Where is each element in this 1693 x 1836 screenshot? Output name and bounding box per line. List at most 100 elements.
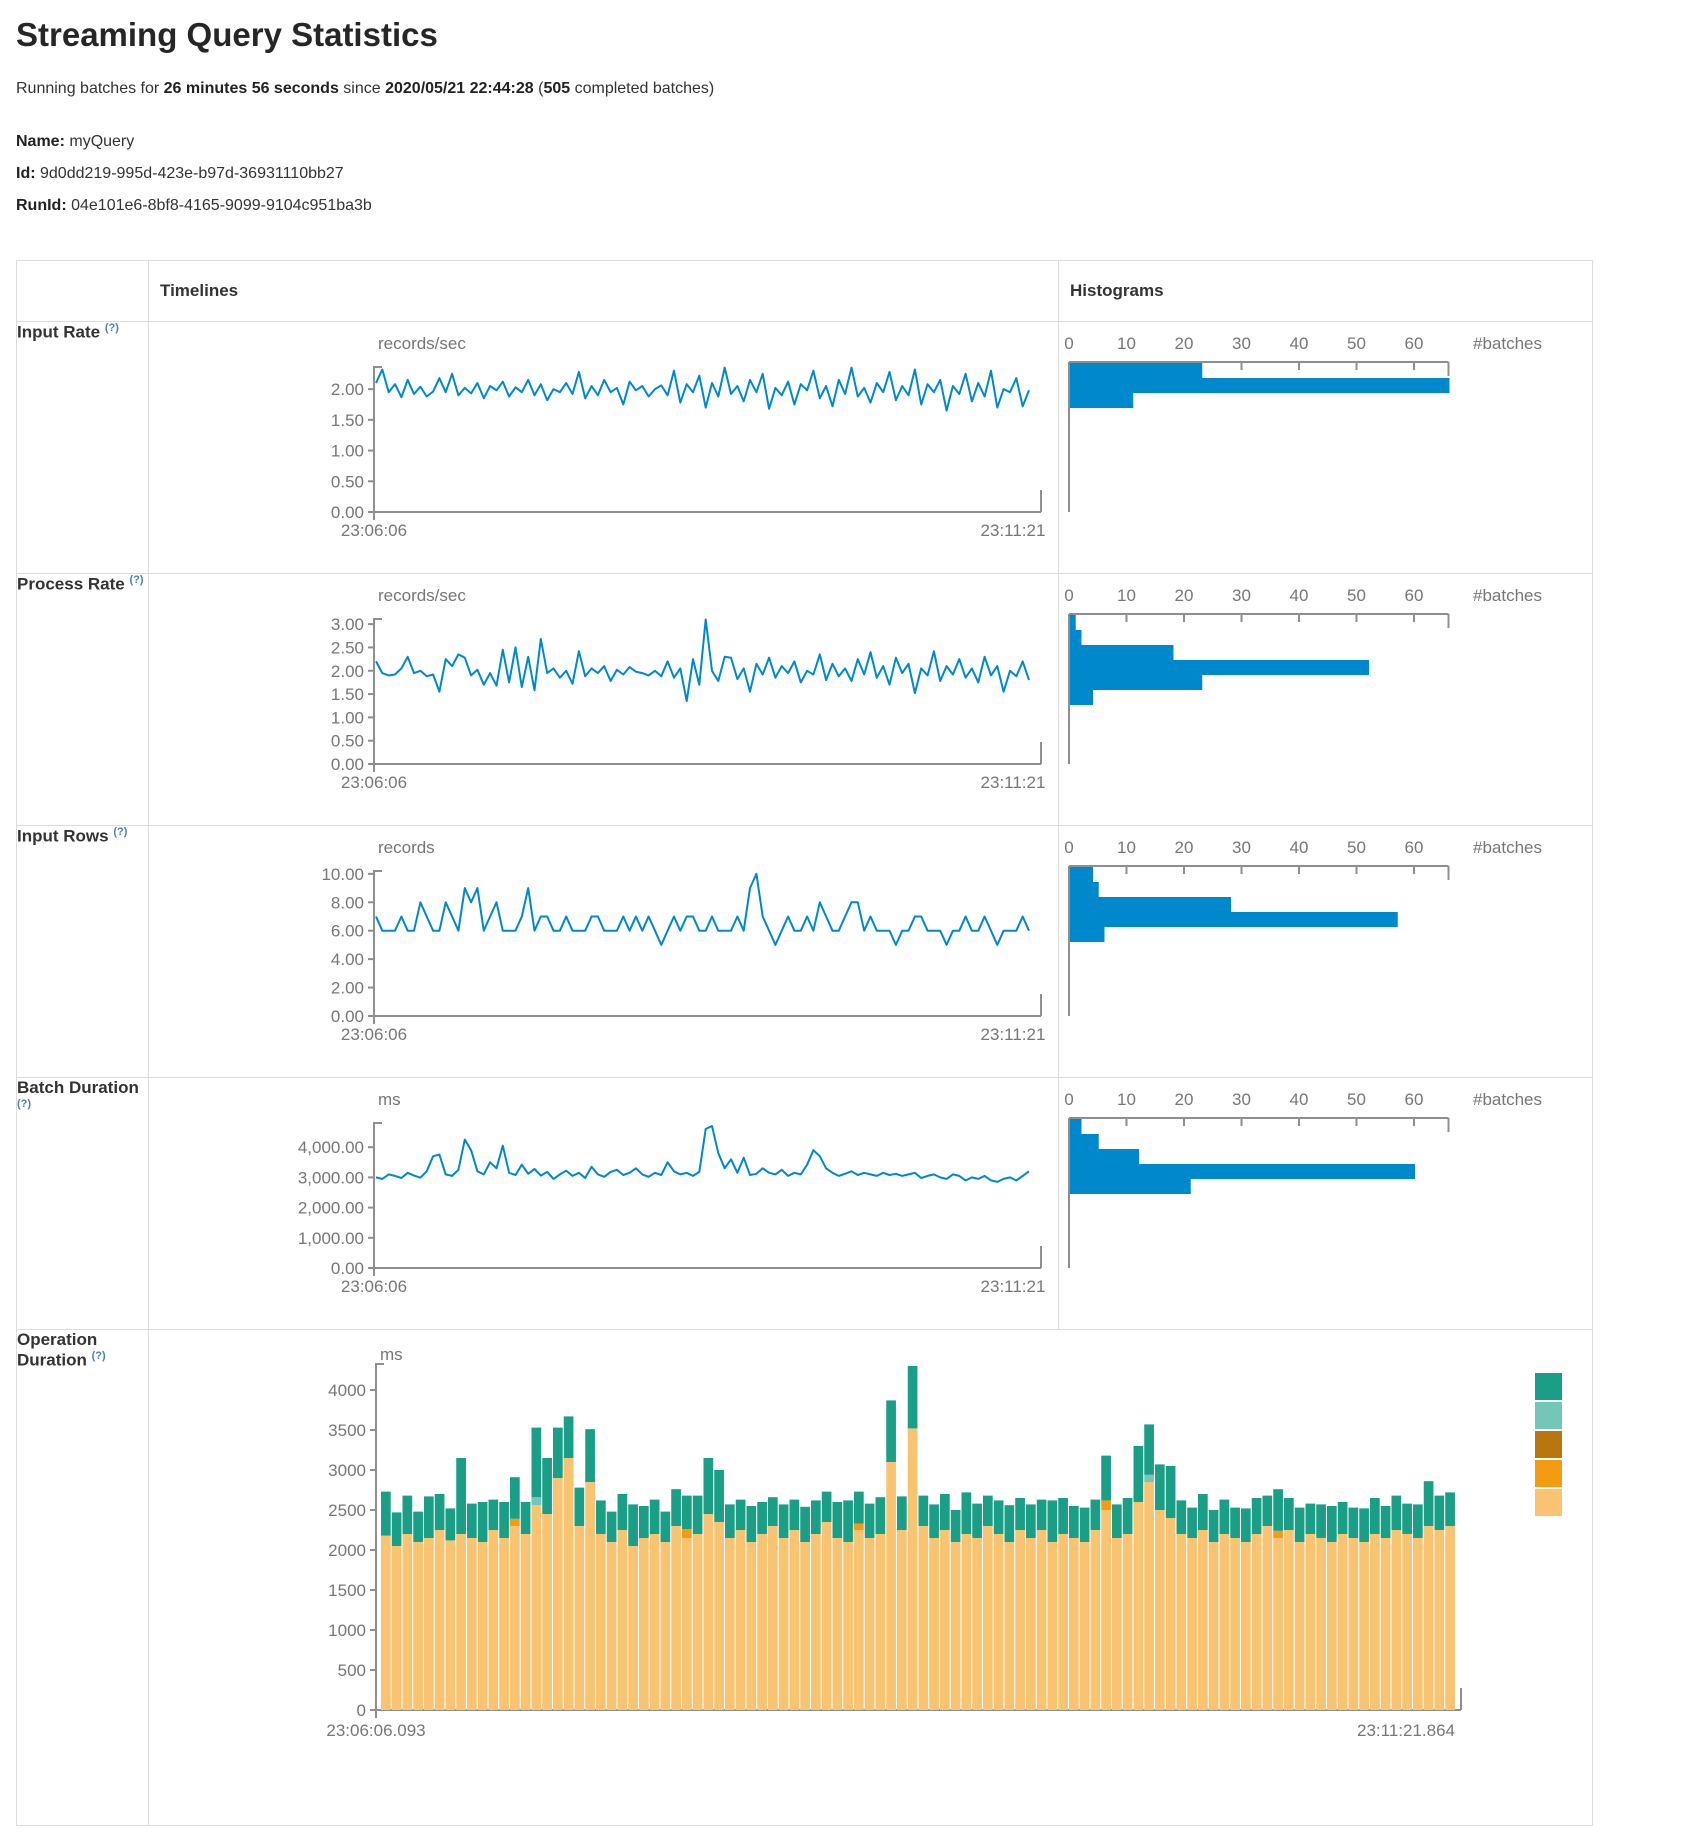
- svg-text:20: 20: [1175, 586, 1194, 605]
- batch-duration-help-icon[interactable]: (?): [17, 1098, 31, 1110]
- svg-text:2500: 2500: [328, 1501, 366, 1520]
- query-id-label: Id:: [16, 165, 36, 182]
- svg-text:60: 60: [1405, 334, 1424, 353]
- svg-text:30: 30: [1232, 334, 1251, 353]
- svg-text:records: records: [378, 838, 435, 857]
- query-name-label: Name:: [16, 133, 65, 150]
- svg-text:23:11:21: 23:11:21: [981, 521, 1046, 540]
- svg-text:3.00: 3.00: [331, 615, 364, 634]
- svg-text:1,000.00: 1,000.00: [298, 1229, 364, 1248]
- svg-text:23:06:06: 23:06:06: [341, 1277, 407, 1296]
- svg-text:4000: 4000: [328, 1381, 366, 1400]
- page-title: Streaming Query Statistics: [16, 16, 1693, 54]
- batch-duration-timeline-cell: ms0.001,000.002,000.003,000.004,000.0023…: [149, 1078, 1059, 1330]
- summary-paren: (: [534, 80, 544, 97]
- query-metadata: Name: myQuery Id: 9d0dd219-995d-423e-b97…: [16, 126, 1693, 222]
- svg-text:0.00: 0.00: [331, 1259, 364, 1278]
- summary-duration: 26 minutes 56 seconds: [164, 80, 339, 97]
- input-rate-histogram-chart: 0102030405060#batches: [1059, 322, 1593, 573]
- svg-text:8.00: 8.00: [331, 893, 364, 912]
- operation-duration-label-cell: Operation Duration (?): [17, 1330, 149, 1826]
- process-rate-label-cell: Process Rate (?): [17, 574, 149, 826]
- svg-text:10: 10: [1117, 586, 1136, 605]
- query-runid-value: 04e101e6-8bf8-4165-9099-9104c951ba3b: [71, 197, 372, 214]
- svg-text:2000: 2000: [328, 1541, 366, 1560]
- input-rate-timeline-chart: records/sec0.000.501.001.502.0023:06:062…: [149, 322, 1059, 573]
- input-rows-timeline-cell: records0.002.004.006.008.0010.0023:06:06…: [149, 826, 1059, 1078]
- svg-text:1.50: 1.50: [331, 411, 364, 430]
- input-rate-help-icon[interactable]: (?): [105, 322, 119, 334]
- svg-text:1.00: 1.00: [331, 708, 364, 727]
- svg-text:0: 0: [1064, 586, 1073, 605]
- svg-text:#batches: #batches: [1473, 334, 1542, 353]
- svg-text:20: 20: [1175, 1090, 1194, 1109]
- process-rate-help-icon[interactable]: (?): [129, 574, 143, 586]
- svg-text:10: 10: [1117, 838, 1136, 857]
- input-rows-histogram-chart: 0102030405060#batches: [1059, 826, 1593, 1077]
- svg-text:23:06:06: 23:06:06: [341, 1025, 407, 1044]
- svg-text:0: 0: [1064, 334, 1073, 353]
- batch-duration-label: Batch Duration: [17, 1078, 139, 1097]
- svg-text:1500: 1500: [328, 1581, 366, 1600]
- svg-text:20: 20: [1175, 334, 1194, 353]
- svg-text:2.00: 2.00: [331, 380, 364, 399]
- svg-text:50: 50: [1347, 838, 1366, 857]
- svg-text:0.00: 0.00: [331, 1007, 364, 1026]
- svg-text:23:06:06: 23:06:06: [341, 521, 407, 540]
- batch-duration-histogram-cell: 0102030405060#batches: [1059, 1078, 1593, 1330]
- process-rate-timeline-chart: records/sec0.000.501.001.502.002.503.002…: [149, 574, 1059, 825]
- svg-text:30: 30: [1232, 838, 1251, 857]
- input-rows-timeline-chart: records0.002.004.006.008.0010.0023:06:06…: [149, 826, 1059, 1077]
- svg-text:23:06:06: 23:06:06: [341, 773, 407, 792]
- svg-text:50: 50: [1347, 334, 1366, 353]
- svg-text:6.00: 6.00: [331, 922, 364, 941]
- query-id-value: 9d0dd219-995d-423e-b97d-36931110bb27: [40, 165, 344, 182]
- process-rate-timeline-cell: records/sec0.000.501.001.502.002.503.002…: [149, 574, 1059, 826]
- svg-text:2,000.00: 2,000.00: [298, 1199, 364, 1218]
- input-rows-row: Input Rows (?) records0.002.004.006.008.…: [17, 826, 1593, 1078]
- summary-suffix: completed batches): [570, 80, 714, 97]
- histograms-column-header: Histograms: [1059, 261, 1593, 322]
- svg-text:#batches: #batches: [1473, 586, 1542, 605]
- summary-mid: since: [339, 80, 385, 97]
- process-rate-label: Process Rate: [17, 575, 125, 594]
- svg-text:2.00: 2.00: [331, 662, 364, 681]
- svg-text:30: 30: [1232, 1090, 1251, 1109]
- svg-text:10: 10: [1117, 1090, 1136, 1109]
- svg-text:10.00: 10.00: [321, 865, 364, 884]
- input-rate-row: Input Rate (?) records/sec0.000.501.001.…: [17, 322, 1593, 574]
- svg-text:40: 40: [1290, 838, 1309, 857]
- input-rows-help-icon[interactable]: (?): [113, 826, 127, 838]
- operation-duration-row: Operation Duration (?) ms050010001500200…: [17, 1330, 1593, 1826]
- svg-text:#batches: #batches: [1473, 838, 1542, 857]
- svg-text:0: 0: [1064, 838, 1073, 857]
- svg-text:0: 0: [357, 1701, 366, 1720]
- batch-duration-timeline-chart: ms0.001,000.002,000.003,000.004,000.0023…: [149, 1078, 1059, 1329]
- batch-duration-histogram-chart: 0102030405060#batches: [1059, 1078, 1593, 1329]
- svg-text:1000: 1000: [328, 1621, 366, 1640]
- input-rows-histogram-cell: 0102030405060#batches: [1059, 826, 1593, 1078]
- svg-text:23:06:06.093: 23:06:06.093: [326, 1721, 425, 1740]
- svg-text:30: 30: [1232, 586, 1251, 605]
- svg-text:0.50: 0.50: [331, 732, 364, 751]
- svg-text:0.00: 0.00: [331, 503, 364, 522]
- running-batches-summary: Running batches for 26 minutes 56 second…: [16, 80, 1693, 98]
- svg-text:1.50: 1.50: [331, 685, 364, 704]
- svg-text:1.00: 1.00: [331, 442, 364, 461]
- svg-text:2.00: 2.00: [331, 979, 364, 998]
- input-rate-label-cell: Input Rate (?): [17, 322, 149, 574]
- query-runid-row: RunId: 04e101e6-8bf8-4165-9099-9104c951b…: [16, 190, 1693, 222]
- svg-text:0.50: 0.50: [331, 472, 364, 491]
- input-rate-histogram-cell: 0102030405060#batches: [1059, 322, 1593, 574]
- svg-text:0: 0: [1064, 1090, 1073, 1109]
- process-rate-row: Process Rate (?) records/sec0.000.501.00…: [17, 574, 1593, 826]
- svg-text:23:11:21.864: 23:11:21.864: [1357, 1721, 1455, 1740]
- statistics-table: Timelines Histograms Input Rate (?) reco…: [16, 260, 1593, 1826]
- svg-text:records/sec: records/sec: [378, 586, 466, 605]
- operation-duration-help-icon[interactable]: (?): [92, 1350, 106, 1362]
- svg-text:23:11:21: 23:11:21: [981, 1277, 1046, 1296]
- operation-duration-chart-cell: ms0500100015002000250030003500400023:06:…: [149, 1330, 1593, 1826]
- query-name-value: myQuery: [69, 133, 134, 150]
- svg-text:60: 60: [1405, 838, 1424, 857]
- operation-duration-stacked-chart: ms0500100015002000250030003500400023:06:…: [149, 1330, 1593, 1825]
